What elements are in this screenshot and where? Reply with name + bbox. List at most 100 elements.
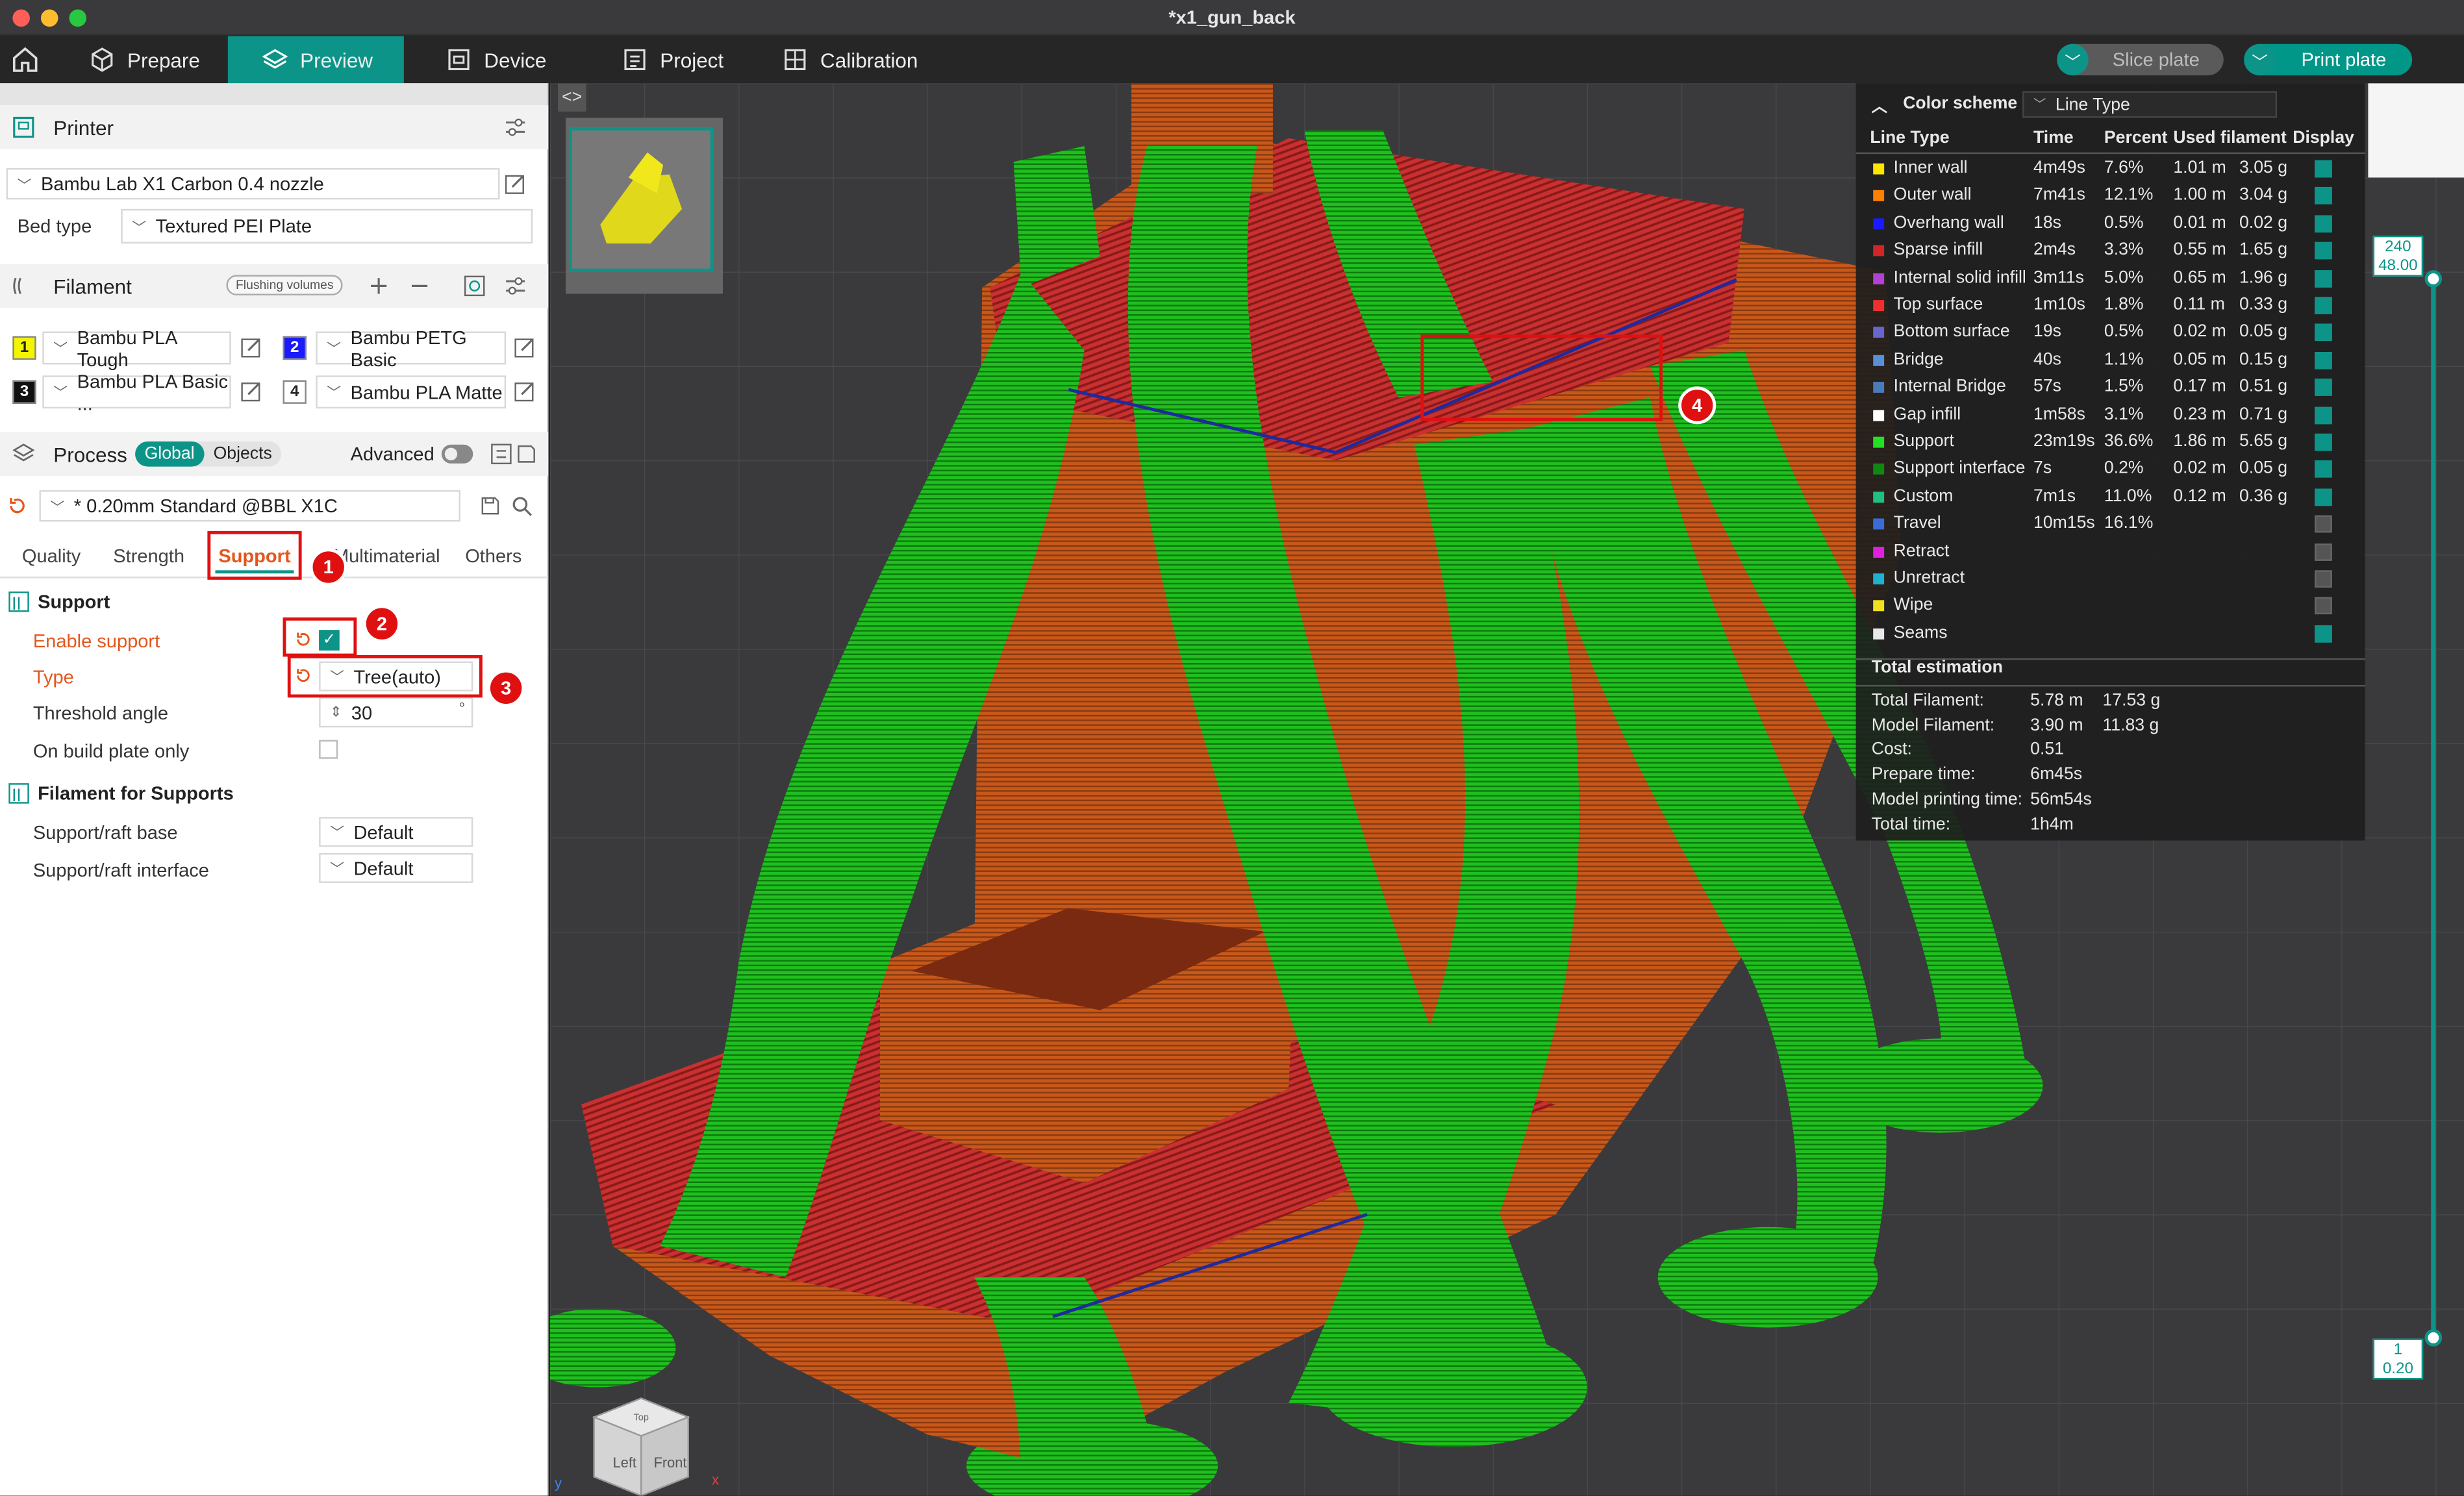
legend-row: Bottom surface 19s 0.5% 0.02 m 0.05 g xyxy=(1856,319,2365,347)
raft-interface-select[interactable]: ﹀ Default xyxy=(319,853,473,883)
tab-quality[interactable]: Quality xyxy=(22,545,81,567)
display-toggle-checkbox[interactable] xyxy=(2315,433,2332,451)
process-scope-toggle[interactable]: Global Objects xyxy=(135,441,282,467)
advanced-label: Advanced xyxy=(350,443,434,466)
tab-label: Prepare xyxy=(127,47,200,72)
plate-thumbnail[interactable] xyxy=(568,127,714,272)
filament-slot-2-swatch[interactable]: 2 xyxy=(283,336,307,360)
chevron-down-icon[interactable]: ﹀ xyxy=(2057,44,2089,76)
raft-base-select[interactable]: ﹀ Default xyxy=(319,817,473,847)
display-toggle-checkbox[interactable] xyxy=(2315,460,2332,479)
stepper-icon[interactable]: ⇕ xyxy=(330,704,342,721)
display-toggle-checkbox[interactable] xyxy=(2315,187,2332,205)
process-preset-select[interactable]: ﹀ * 0.20mm Standard @BBL X1C xyxy=(39,490,460,522)
layer-slider-track[interactable] xyxy=(2431,279,2436,1340)
filament-slot-3-swatch[interactable]: 3 xyxy=(12,380,36,404)
add-filament-icon[interactable] xyxy=(368,275,390,297)
printer-section-header[interactable]: Printer xyxy=(0,105,549,149)
line-type-time: 40s xyxy=(2033,350,2061,369)
tab-device[interactable]: Device xyxy=(427,36,585,84)
remove-filament-icon[interactable] xyxy=(409,275,431,297)
edit-icon[interactable] xyxy=(514,336,536,358)
chevron-down-icon: ﹀ xyxy=(2033,97,2046,112)
legend-row: Wipe xyxy=(1856,593,2365,620)
color-scheme-select[interactable]: ﹀ Line Type xyxy=(2022,91,2278,118)
display-toggle-checkbox[interactable] xyxy=(2315,379,2332,397)
display-toggle-checkbox[interactable] xyxy=(2315,516,2332,533)
filament-slot-4-select[interactable]: ﹀ Bambu PLA Matte xyxy=(316,375,507,409)
bottom-layer-label[interactable]: 1 0.20 xyxy=(2372,1338,2424,1380)
line-type-name: Inner wall xyxy=(1893,158,1968,178)
view-cube-front[interactable]: Front xyxy=(654,1454,687,1471)
home-icon[interactable] xyxy=(10,45,41,74)
display-toggle-checkbox[interactable] xyxy=(2315,625,2332,643)
build-plate-only-checkbox[interactable] xyxy=(319,740,338,759)
save-preset-icon[interactable] xyxy=(516,443,538,465)
tab-prepare[interactable]: Prepare xyxy=(71,36,228,84)
flushing-volumes-button[interactable]: Flushing volumes xyxy=(226,275,344,295)
raft-interface-label: Support/raft interface xyxy=(32,859,209,882)
threshold-angle-input[interactable]: ⇕ 30 ° xyxy=(319,697,473,728)
bed-type-select[interactable]: ﹀ Textured PEI Plate xyxy=(121,208,533,244)
objects-option[interactable]: Objects xyxy=(204,442,281,467)
edit-icon[interactable] xyxy=(505,173,527,195)
estimation-label: Model printing time: xyxy=(1871,790,2023,809)
filament-slot-3-select[interactable]: ﹀ Bambu PLA Basic ... xyxy=(42,370,231,414)
tab-project[interactable]: Project xyxy=(603,36,761,84)
collapse-sidebar-icon[interactable]: <> xyxy=(557,83,586,112)
display-toggle-checkbox[interactable] xyxy=(2315,214,2332,232)
tab-others[interactable]: Others xyxy=(465,545,522,567)
compare-icon[interactable] xyxy=(490,443,512,465)
filament-slot-4-swatch[interactable]: 4 xyxy=(283,380,307,404)
tab-strength[interactable]: Strength xyxy=(113,545,184,567)
slice-plate-button[interactable]: ﹀ Slice plate xyxy=(2057,44,2224,76)
line-type-name: Unretract xyxy=(1893,568,1965,588)
chevron-down-icon[interactable]: ﹀ xyxy=(2244,44,2276,76)
legend-row: Inner wall 4m49s 7.6% 1.01 m 3.05 g xyxy=(1856,156,2365,183)
tab-calibration[interactable]: Calibration xyxy=(764,36,937,84)
display-toggle-checkbox[interactable] xyxy=(2315,597,2332,616)
printer-select[interactable]: ﹀ Bambu Lab X1 Carbon 0.4 nozzle xyxy=(6,168,500,200)
filament-slot-1-select[interactable]: ﹀ Bambu PLA Tough xyxy=(42,326,231,370)
settings-sliders-icon[interactable] xyxy=(505,116,527,138)
edit-icon[interactable] xyxy=(240,336,262,358)
save-icon[interactable] xyxy=(479,495,501,517)
process-section-header[interactable]: Process Global Objects Advanced xyxy=(0,432,549,477)
display-toggle-checkbox[interactable] xyxy=(2315,242,2332,260)
settings-sliders-icon[interactable] xyxy=(505,275,527,297)
print-plate-button[interactable]: ﹀ Print plate xyxy=(2244,44,2413,76)
display-toggle-checkbox[interactable] xyxy=(2315,324,2332,342)
display-toggle-checkbox[interactable] xyxy=(2315,160,2332,178)
display-toggle-checkbox[interactable] xyxy=(2315,488,2332,506)
layer-slider-bottom-handle[interactable] xyxy=(2424,1329,2443,1347)
filament-slot-1-swatch[interactable]: 1 xyxy=(12,336,36,360)
window-title: *x1_gun_back xyxy=(1168,6,1296,29)
collapse-up-icon[interactable]: ︿ xyxy=(1872,92,1887,116)
filament-section-header[interactable]: Filament Flushing volumes xyxy=(0,264,549,308)
top-layer-label[interactable]: 240 48.00 xyxy=(2372,235,2424,277)
edit-icon[interactable] xyxy=(514,380,536,403)
chevron-down-icon: ﹀ xyxy=(53,341,68,357)
tab-preview[interactable]: Preview xyxy=(227,36,404,84)
edit-icon[interactable] xyxy=(240,380,262,403)
estimation-value: 56m54s xyxy=(2030,790,2092,809)
view-cube[interactable]: Top Left Front xyxy=(581,1395,701,1496)
plate-thumbnail-panel[interactable]: 1 xyxy=(566,118,723,294)
display-toggle-checkbox[interactable] xyxy=(2315,351,2332,369)
reset-icon[interactable] xyxy=(6,495,29,517)
display-toggle-checkbox[interactable] xyxy=(2315,269,2332,287)
global-option[interactable]: Global xyxy=(135,441,205,467)
sync-filament-icon[interactable] xyxy=(464,275,486,297)
advanced-toggle[interactable] xyxy=(441,444,473,464)
display-toggle-checkbox[interactable] xyxy=(2315,297,2332,314)
filament-slot-2-select[interactable]: ﹀ Bambu PETG Basic xyxy=(316,326,507,370)
layer-slider-top-handle[interactable] xyxy=(2424,270,2443,288)
3d-preview-viewport[interactable]: <> 1 4 ︿ Color scheme ﹀ Line Type Line T… xyxy=(549,83,2464,1496)
display-toggle-checkbox[interactable] xyxy=(2315,543,2332,560)
view-cube-left[interactable]: Left xyxy=(613,1454,636,1471)
display-toggle-checkbox[interactable] xyxy=(2315,406,2332,424)
display-toggle-checkbox[interactable] xyxy=(2315,570,2332,588)
search-icon[interactable] xyxy=(510,495,533,517)
tab-multimaterial[interactable]: Multimaterial xyxy=(333,545,440,567)
view-cube-top[interactable]: Top xyxy=(634,1412,649,1423)
